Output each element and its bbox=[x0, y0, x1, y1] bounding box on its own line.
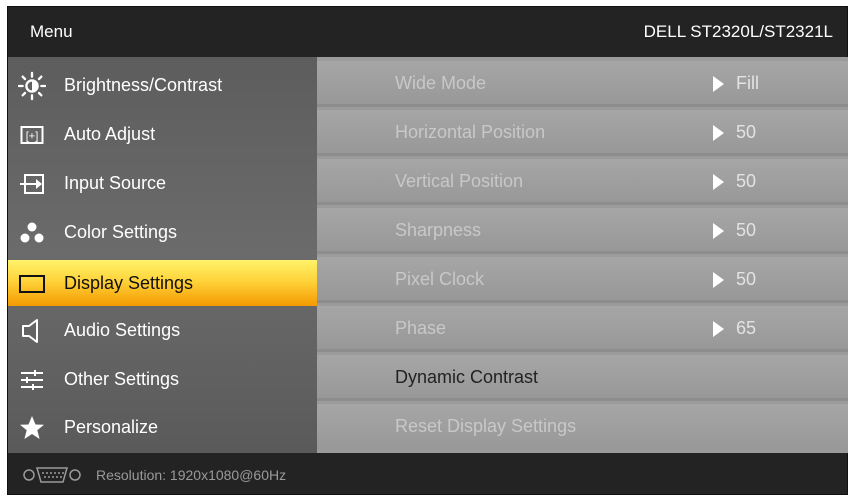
monitor-model: DELL ST2320L/ST2321L bbox=[643, 22, 833, 41]
osd-menu: Menu DELL ST2320L/ST2321L Brightness/Con… bbox=[7, 6, 848, 495]
display-settings-panel: Wide Mode Fill Horizontal Position 50 Ve… bbox=[317, 57, 848, 453]
menu-item-other-settings[interactable]: Other Settings bbox=[8, 356, 317, 405]
header-bar: Menu DELL ST2320L/ST2321L bbox=[8, 7, 847, 57]
menu-item-personalize[interactable]: Personalize bbox=[8, 404, 317, 453]
setting-vertical-position[interactable]: Vertical Position 50 bbox=[317, 159, 848, 205]
svg-text:[+]: [+] bbox=[26, 131, 39, 143]
menu-item-label: Color Settings bbox=[64, 222, 178, 242]
menu-item-auto-adjust[interactable]: [+] Auto Adjust bbox=[8, 111, 317, 160]
input-source-icon bbox=[18, 170, 46, 198]
setting-label: Dynamic Contrast bbox=[395, 367, 539, 387]
setting-horizontal-position[interactable]: Horizontal Position 50 bbox=[317, 110, 848, 156]
menu-title: Menu bbox=[30, 22, 73, 41]
setting-value: 65 bbox=[736, 318, 757, 338]
setting-label: Horizontal Position bbox=[395, 122, 546, 142]
setting-label: Pixel Clock bbox=[395, 269, 485, 289]
menu-item-label: Auto Adjust bbox=[64, 124, 156, 144]
play-arrow-icon bbox=[713, 76, 724, 92]
menu-item-label: Brightness/Contrast bbox=[64, 75, 223, 95]
play-arrow-icon bbox=[713, 125, 724, 141]
play-arrow-icon bbox=[713, 321, 724, 337]
setting-value: 50 bbox=[736, 171, 757, 191]
star-icon bbox=[18, 414, 46, 442]
setting-label: Phase bbox=[395, 318, 447, 338]
menu-item-input-source[interactable]: Input Source bbox=[8, 160, 317, 209]
setting-label: Wide Mode bbox=[395, 73, 487, 93]
play-arrow-icon bbox=[713, 174, 724, 190]
menu-item-label: Input Source bbox=[64, 173, 167, 193]
setting-value: 50 bbox=[736, 269, 757, 289]
menu-item-audio-settings[interactable]: Audio Settings bbox=[8, 307, 317, 356]
display-settings-icon bbox=[18, 270, 46, 298]
setting-pixel-clock[interactable]: Pixel Clock 50 bbox=[317, 257, 848, 303]
setting-value: Fill bbox=[736, 73, 759, 93]
menu-item-brightness-contrast[interactable]: Brightness/Contrast bbox=[8, 62, 317, 111]
main-menu: Brightness/Contrast [+] Auto Adjust Inpu… bbox=[8, 57, 317, 453]
setting-sharpness[interactable]: Sharpness 50 bbox=[317, 208, 848, 254]
menu-item-label: Display Settings bbox=[64, 273, 194, 293]
menu-item-color-settings[interactable]: Color Settings bbox=[8, 209, 317, 258]
play-arrow-icon bbox=[713, 223, 724, 239]
menu-item-label: Other Settings bbox=[64, 369, 180, 389]
resolution-text: Resolution: 1920x1080@60Hz bbox=[96, 467, 287, 483]
setting-label: Vertical Position bbox=[395, 171, 524, 191]
setting-phase[interactable]: Phase 65 bbox=[317, 306, 848, 352]
auto-adjust-icon: [+] bbox=[18, 121, 46, 149]
menu-item-display-settings[interactable]: Display Settings bbox=[8, 260, 317, 306]
status-bar: Resolution: 1920x1080@60Hz bbox=[8, 453, 847, 496]
sliders-icon bbox=[18, 366, 46, 394]
vga-connector-icon bbox=[22, 466, 82, 484]
setting-label: Sharpness bbox=[395, 220, 482, 240]
menu-item-label: Personalize bbox=[64, 417, 159, 437]
brightness-icon bbox=[18, 71, 46, 101]
setting-value: 50 bbox=[736, 122, 757, 142]
speaker-icon bbox=[18, 317, 46, 345]
setting-reset-display-settings[interactable]: Reset Display Settings bbox=[317, 404, 848, 450]
menu-item-label: Audio Settings bbox=[64, 320, 181, 340]
setting-value: 50 bbox=[736, 220, 757, 240]
setting-label: Reset Display Settings bbox=[395, 416, 577, 436]
play-arrow-icon bbox=[713, 272, 724, 288]
setting-dynamic-contrast[interactable]: Dynamic Contrast bbox=[317, 355, 848, 401]
color-settings-icon bbox=[18, 219, 46, 247]
setting-wide-mode[interactable]: Wide Mode Fill bbox=[317, 61, 848, 107]
